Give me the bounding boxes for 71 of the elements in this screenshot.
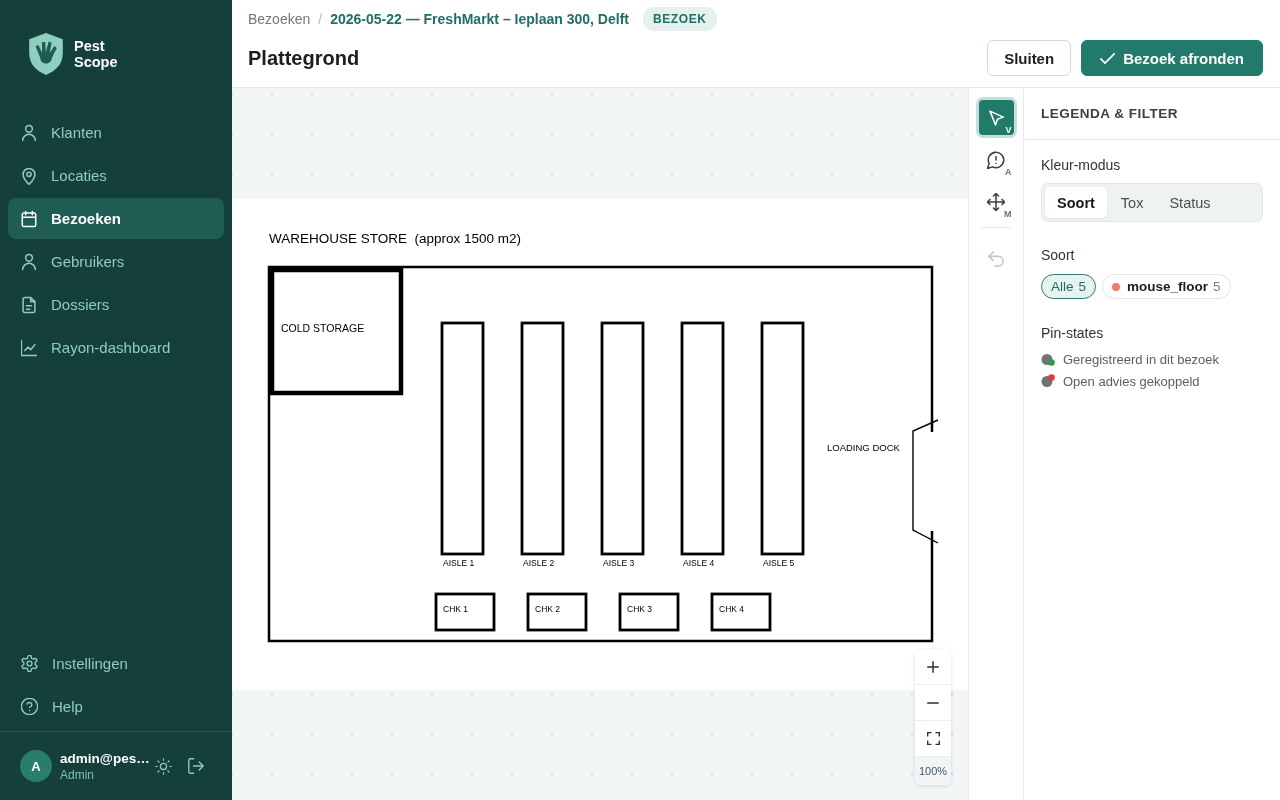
section-label: Soort — [1041, 246, 1075, 264]
sidebar-item[interactable]: Bezoeken — [8, 198, 224, 239]
fit-screen-button[interactable] — [915, 721, 951, 757]
visit-badge: BEZOEK — [643, 7, 717, 31]
floor-plan-title: WAREHOUSE STORE (approx 1500 m2) — [269, 231, 522, 246]
room-label: COLD STORAGE — [281, 322, 365, 334]
user-role: Admin — [60, 767, 95, 782]
panel-title: LEGENDA & FILTER — [1041, 106, 1178, 121]
help-icon — [21, 698, 38, 715]
document-icon — [21, 295, 37, 314]
checkout-label: CHK 4 — [719, 604, 745, 614]
aisle-label: AISLE 2 — [523, 558, 555, 568]
sidebar-item[interactable]: Rayon-dashboard — [8, 327, 224, 368]
calendar-icon — [21, 209, 37, 228]
alert-bubble-icon — [987, 150, 1005, 169]
minus-icon — [927, 701, 939, 704]
tool-button[interactable]: A — [975, 139, 1017, 180]
map-pin-icon — [21, 166, 37, 185]
pin-state-icon — [1041, 352, 1055, 366]
line-chart-icon — [21, 338, 37, 357]
tool-button[interactable]: M — [975, 181, 1017, 222]
aisle-label: AISLE 4 — [683, 558, 715, 568]
checkmark-icon — [1100, 52, 1116, 64]
filter-chip[interactable]: mouse_floor 5 — [1102, 274, 1231, 299]
close-button[interactable]: Sluiten — [987, 40, 1072, 76]
finish-visit-button[interactable]: Bezoek afronden — [1081, 40, 1263, 76]
page-title: Plattegrond — [248, 46, 360, 70]
plan-canvas[interactable]: WAREHOUSE STORE (approx 1500 m2) COLD STORAGE AISLE 1 AISLE 2 AISLE 3 AISLE 4 AISLE 5 CHK 1 CHK 2 CHK 3 CHK 4 LOADING DOCK 100% — [232, 88, 968, 800]
checkout-label: CHK 1 — [443, 604, 469, 614]
sidebar-item[interactable]: Help — [8, 686, 224, 727]
settings-icon — [21, 655, 38, 672]
person-icon — [21, 123, 37, 142]
sidebar-item[interactable]: Gebruikers — [8, 241, 224, 282]
fullscreen-icon — [926, 732, 940, 745]
undo-icon — [988, 250, 1004, 267]
breadcrumb-current[interactable]: 2026-05-22 — FreshMarkt – Ieplaan 300, Delft — [330, 11, 629, 27]
move-arrows-icon — [987, 192, 1005, 211]
section-label: Pin-states — [1041, 324, 1104, 342]
room-label: LOADING DOCK — [827, 442, 900, 453]
zoom-in-button[interactable] — [915, 649, 951, 685]
sidebar-item[interactable]: Klanten — [8, 112, 224, 153]
checkout-label: CHK 3 — [627, 604, 653, 614]
zoom-level-text: 100% — [915, 757, 951, 785]
pin-state-label: Geregistreerd in dit bezoek — [1063, 351, 1220, 367]
cursor-icon — [987, 108, 1005, 127]
logout-button[interactable] — [185, 755, 207, 777]
user-email: admin@pes… — [60, 750, 148, 766]
sidebar-item[interactable]: Dossiers — [8, 284, 224, 325]
breadcrumb-link[interactable]: Bezoeken — [248, 11, 311, 27]
segment-option[interactable]: Status — [1157, 187, 1223, 218]
shield-logo-icon — [29, 33, 63, 75]
logout-icon — [188, 758, 204, 774]
person-icon — [21, 252, 37, 271]
aisle-label: AISLE 1 — [443, 558, 475, 568]
brand-name: Pest Scope — [74, 38, 119, 70]
segment-option[interactable]: Tox — [1108, 187, 1156, 218]
tool-button[interactable]: V — [975, 97, 1017, 138]
aisle-label: AISLE 3 — [603, 558, 635, 568]
segment-option[interactable]: Soort — [1045, 187, 1107, 218]
sidebar-item[interactable]: Locaties — [8, 155, 224, 196]
avatar-initial: A — [20, 750, 52, 782]
sidebar-item[interactable]: Instellingen — [8, 643, 224, 684]
pin-state-label: Open advies gekoppeld — [1063, 373, 1200, 389]
pin-state-icon — [1041, 374, 1055, 388]
plus-icon — [927, 660, 939, 673]
checkout-label: CHK 2 — [535, 604, 561, 614]
sun-icon — [155, 757, 172, 775]
aisle-label: AISLE 5 — [763, 558, 795, 568]
section-label: Kleur-modus — [1041, 156, 1121, 174]
breadcrumb-separator: / — [318, 11, 323, 27]
filter-chip[interactable]: Alle 5 — [1041, 274, 1097, 299]
